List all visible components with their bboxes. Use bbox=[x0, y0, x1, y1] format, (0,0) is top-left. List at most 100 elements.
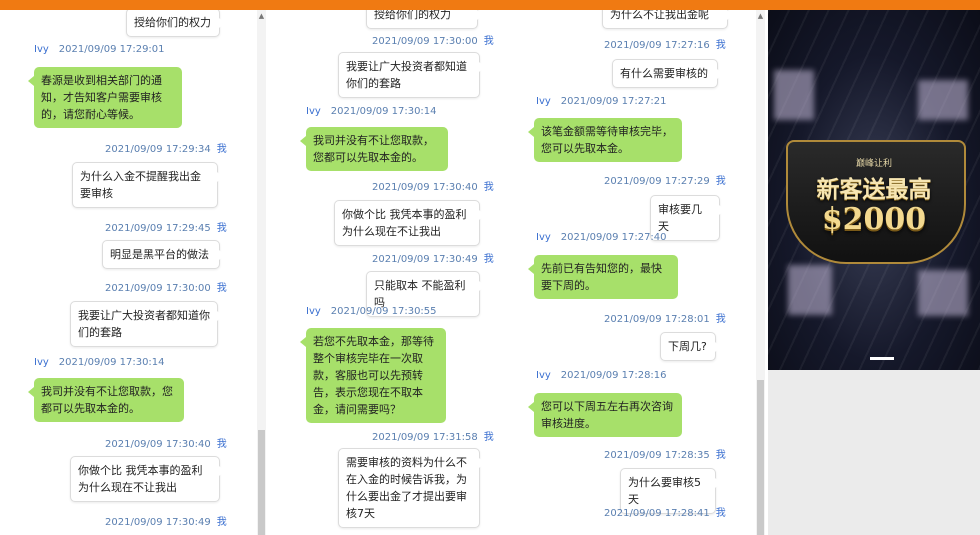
sender-me: 我 bbox=[483, 182, 494, 193]
sender-me: 我 bbox=[483, 432, 494, 443]
chat-panel-2: 授给你们的权力 2021/09/09 17:30:00 我 我要让广大投资者都知道… bbox=[268, 10, 508, 535]
message-meta: Ivy 2021/09/09 17:27:21 bbox=[536, 96, 667, 107]
message-bubble-out: 我要让广大投资者都知道你们的套路 bbox=[338, 52, 485, 98]
sender-name: Ivy bbox=[536, 96, 551, 107]
scrollbar-thumb[interactable] bbox=[757, 380, 764, 535]
message-meta: Ivy 2021/09/09 17:30:14 bbox=[34, 357, 165, 368]
message-meta: 2021/09/09 17:31:58 我 bbox=[372, 428, 494, 443]
sender-me: 我 bbox=[715, 450, 726, 461]
message-meta: 2021/09/09 17:30:49 我 bbox=[372, 250, 494, 265]
message-bubble-out: 你做个比 我凭本事的盈利 为什么现在不让我出 bbox=[334, 200, 485, 246]
message-meta: 2021/09/09 17:30:00 我 bbox=[105, 279, 227, 294]
sender-me: 我 bbox=[715, 508, 726, 519]
chat-panel-1: 授给你们的权力 Ivy 2021/09/09 17:29:01 春源是收到相关部门… bbox=[0, 10, 256, 535]
message-bubble-out: 授给你们的权力 bbox=[126, 10, 225, 37]
banner-title: 新客送最高 bbox=[816, 177, 932, 203]
message-bubble-in: 先前已有告知您的，最快要下周的。 bbox=[528, 255, 678, 299]
sender-name: Ivy bbox=[306, 106, 321, 117]
message-bubble-out: 为什么入金不提醒我出金要审核 bbox=[72, 162, 223, 208]
scroll-up-arrow-icon[interactable]: ▲ bbox=[756, 12, 765, 20]
message-meta: Ivy 2021/09/09 17:30:14 bbox=[306, 106, 437, 117]
message-bubble-in: 我司并没有不让您取款，您都可以先取本金的。 bbox=[28, 378, 184, 422]
sender-me: 我 bbox=[216, 517, 227, 528]
message-bubble-in: 我司并没有不让您取款，您都可以先取本金的。 bbox=[300, 127, 448, 171]
message-time: 2021/09/09 17:27:40 bbox=[560, 232, 667, 243]
message-bubble-out: 你做个比 我凭本事的盈利 为什么现在不让我出 bbox=[70, 456, 225, 502]
message-time: 2021/09/09 17:28:35 bbox=[604, 450, 710, 461]
message-meta: 2021/09/09 17:28:01 我 bbox=[604, 310, 726, 325]
top-accent-bar bbox=[0, 0, 980, 10]
sender-name: Ivy bbox=[536, 370, 551, 381]
message-time: 2021/09/09 17:27:16 bbox=[604, 40, 710, 51]
chat-panel-3: 为什么不让我出金呢 2021/09/09 17:27:16 我 有什么需要审核的 … bbox=[512, 10, 754, 535]
message-bubble-out: 需要审核的资料为什么不在入金的时候告诉我，为什么要出金了才提出要审核7天 bbox=[338, 448, 485, 528]
scroll-up-arrow-icon[interactable]: ▲ bbox=[257, 12, 266, 20]
message-bubble-out: 明显是黑平台的做法 bbox=[102, 240, 225, 269]
chat-scrollbar-1[interactable]: ▲ bbox=[257, 10, 266, 535]
message-time: 2021/09/09 17:30:49 bbox=[372, 254, 478, 265]
pixelated-area bbox=[918, 270, 968, 316]
scrollbar-thumb[interactable] bbox=[258, 430, 265, 535]
sender-name: Ivy bbox=[34, 44, 49, 55]
message-bubble-in: 您可以下周五左右再次咨询审核进度。 bbox=[528, 393, 682, 437]
message-time: 2021/09/09 17:27:29 bbox=[604, 176, 710, 187]
message-bubble-in: 该笔金额需等待审核完毕，您可以先取本金。 bbox=[528, 118, 682, 162]
message-time: 2021/09/09 17:30:00 bbox=[105, 283, 211, 294]
pixelated-area bbox=[788, 265, 832, 315]
message-time: 2021/09/09 17:29:45 bbox=[105, 223, 211, 234]
promo-banner[interactable]: 巅峰让利 新客送最高 $2000 bbox=[768, 10, 980, 370]
sender-me: 我 bbox=[216, 223, 227, 234]
message-bubble-out: 下周几? bbox=[660, 332, 721, 361]
message-bubble-out: 为什么不让我出金呢 bbox=[602, 10, 733, 29]
sender-me: 我 bbox=[216, 439, 227, 450]
sidebar-blank-area bbox=[768, 370, 980, 535]
message-time: 2021/09/09 17:29:34 bbox=[105, 144, 211, 155]
sender-me: 我 bbox=[715, 314, 726, 325]
chat-scrollbar-3[interactable]: ▲ bbox=[756, 10, 765, 535]
message-meta: Ivy 2021/09/09 17:28:16 bbox=[536, 370, 667, 381]
sender-name: Ivy bbox=[34, 357, 49, 368]
sender-me: 我 bbox=[715, 40, 726, 51]
sender-me: 我 bbox=[216, 283, 227, 294]
sender-name: Ivy bbox=[306, 306, 321, 317]
message-bubble-out: 有什么需要审核的 bbox=[612, 59, 723, 88]
sender-me: 我 bbox=[216, 144, 227, 155]
message-time: 2021/09/09 17:31:58 bbox=[372, 432, 478, 443]
message-meta: 2021/09/09 17:29:45 我 bbox=[105, 219, 227, 234]
message-time: 2021/09/09 17:30:49 bbox=[105, 517, 211, 528]
message-meta: Ivy 2021/09/09 17:29:01 bbox=[34, 44, 165, 55]
message-time: 2021/09/09 17:30:55 bbox=[330, 306, 437, 317]
message-meta: 2021/09/09 17:27:29 我 bbox=[604, 172, 726, 187]
banner-amount: $2000 bbox=[821, 202, 927, 237]
message-time: 2021/09/09 17:28:41 bbox=[604, 508, 710, 519]
message-meta: Ivy 2021/09/09 17:27:40 bbox=[536, 232, 667, 243]
message-meta: 2021/09/09 17:28:35 我 bbox=[604, 446, 726, 461]
message-time: 2021/09/09 17:28:01 bbox=[604, 314, 710, 325]
message-time: 2021/09/09 17:27:21 bbox=[560, 96, 667, 107]
carousel-indicator[interactable] bbox=[870, 357, 894, 360]
message-bubble-out: 授给你们的权力 bbox=[366, 10, 483, 29]
message-bubble-out: 我要让广大投资者都知道你们的套路 bbox=[70, 301, 223, 347]
banner-small-label: 巅峰让利 bbox=[855, 159, 892, 169]
sender-me: 我 bbox=[483, 36, 494, 47]
message-meta: 2021/09/09 17:27:16 我 bbox=[604, 36, 726, 51]
message-time: 2021/09/09 17:30:40 bbox=[372, 182, 478, 193]
message-meta: 2021/09/09 17:30:40 我 bbox=[372, 178, 494, 193]
sender-me: 我 bbox=[483, 254, 494, 265]
message-bubble-in: 春源是收到相关部门的通知，才告知客户需要审核的，请您耐心等候。 bbox=[28, 67, 182, 128]
message-meta: 2021/09/09 17:29:34 我 bbox=[105, 140, 227, 155]
message-time: 2021/09/09 17:30:14 bbox=[58, 357, 165, 368]
message-meta: 2021/09/09 17:28:41 我 bbox=[604, 504, 726, 519]
message-meta: 2021/09/09 17:30:49 我 bbox=[105, 513, 227, 528]
sender-me: 我 bbox=[715, 176, 726, 187]
message-time: 2021/09/09 17:30:40 bbox=[105, 439, 211, 450]
message-meta: 2021/09/09 17:30:00 我 bbox=[372, 32, 494, 47]
message-time: 2021/09/09 17:28:16 bbox=[560, 370, 667, 381]
message-meta: 2021/09/09 17:30:40 我 bbox=[105, 435, 227, 450]
pixelated-area bbox=[774, 70, 814, 120]
pixelated-area bbox=[918, 80, 968, 120]
message-time: 2021/09/09 17:30:14 bbox=[330, 106, 437, 117]
message-meta: Ivy 2021/09/09 17:30:55 bbox=[306, 306, 437, 317]
message-time: 2021/09/09 17:29:01 bbox=[58, 44, 165, 55]
message-bubble-in: 若您不先取本金，那等待整个审核完毕在一次取款，客服也可以先预转告，表示您现在不取… bbox=[300, 328, 446, 423]
